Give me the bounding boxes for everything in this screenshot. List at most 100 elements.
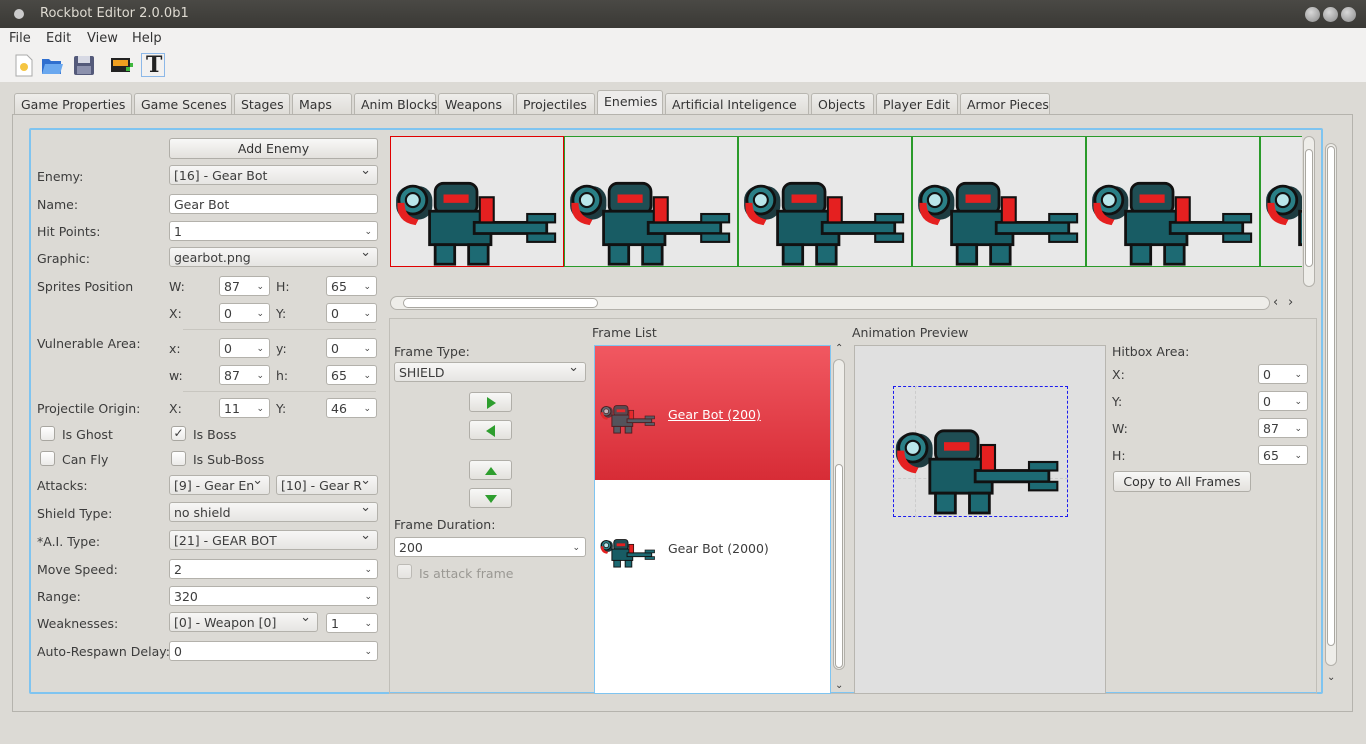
enemy-sprite	[568, 181, 731, 266]
scroll-up-icon[interactable]: ⌃	[835, 343, 843, 354]
tab-armor-pieces[interactable]: Armor Pieces	[960, 93, 1050, 115]
attack-2-select[interactable]: [10] - Gear R	[276, 475, 378, 495]
tab-enemies[interactable]: Enemies	[597, 90, 663, 116]
close-button[interactable]	[1341, 7, 1356, 22]
menu-file[interactable]: File	[9, 31, 31, 46]
sprite-strip-vscrollbar[interactable]	[1303, 136, 1315, 287]
range-spinbox[interactable]: 320	[169, 586, 378, 606]
main-scroll-down-icon[interactable]: ⌄	[1327, 672, 1335, 683]
move-speed-spinbox[interactable]: 2	[169, 559, 378, 579]
tab-game-properties[interactable]: Game Properties	[14, 93, 132, 115]
sprite-frame[interactable]	[390, 136, 564, 267]
menu-help[interactable]: Help	[132, 31, 162, 46]
hitbox-w-spinbox[interactable]: 87	[1258, 418, 1308, 438]
save-icon[interactable]	[72, 53, 96, 77]
tab-anim-blocks[interactable]: Anim Blocks	[354, 93, 437, 115]
weakness-amount-spinbox[interactable]: 1	[326, 613, 378, 633]
divider	[183, 391, 376, 392]
frame-type-select[interactable]: SHIELD	[394, 362, 586, 382]
proj-y-label: Y:	[276, 401, 287, 416]
sprite-h-spinbox[interactable]: 65	[326, 276, 377, 296]
tab-weapons[interactable]: Weapons	[438, 93, 514, 115]
sprite-strip-hscrollbar[interactable]	[390, 296, 1270, 310]
hit-points-spinbox[interactable]: 1	[169, 221, 378, 241]
tab-maps[interactable]: Maps	[292, 93, 352, 115]
sprite-frame[interactable]	[1086, 136, 1260, 267]
sprite-frame[interactable]	[738, 136, 912, 267]
sprite-y-spinbox[interactable]: 0	[326, 303, 377, 323]
menu-edit[interactable]: Edit	[46, 31, 71, 46]
vuln-x-spinbox[interactable]: 0	[219, 338, 270, 358]
move-up-button[interactable]	[469, 460, 512, 480]
frame-list-vscrollbar[interactable]	[833, 359, 845, 670]
arrow-left-icon	[486, 425, 495, 437]
open-folder-icon[interactable]	[40, 53, 64, 77]
is-boss-checkbox[interactable]: ✓	[171, 426, 186, 441]
respawn-delay-spinbox[interactable]: 0	[169, 641, 378, 661]
sprite-x-spinbox[interactable]: 0	[219, 303, 270, 323]
enemy-sprite	[1264, 181, 1302, 266]
frame-duration-spinbox[interactable]: 200	[394, 537, 586, 557]
new-file-icon[interactable]	[12, 53, 36, 77]
enemy-sprite-preview	[894, 429, 1059, 515]
tab-projectiles[interactable]: Projectiles	[516, 93, 595, 115]
proj-x-label: X:	[169, 401, 182, 416]
name-input[interactable]: Gear Bot	[169, 194, 378, 214]
add-enemy-button[interactable]: Add Enemy	[169, 138, 378, 159]
arrow-down-icon	[485, 495, 497, 503]
projectile-origin-label: Projectile Origin:	[37, 401, 141, 416]
title-bar: Rockbot Editor 2.0.0b1	[0, 0, 1366, 28]
tab-game-scenes[interactable]: Game Scenes	[134, 93, 232, 115]
ai-type-select[interactable]: [21] - GEAR BOT	[169, 530, 378, 550]
attack-1-select[interactable]: [9] - Gear En	[169, 475, 270, 495]
frame-list-item[interactable]: Gear Bot (2000)	[595, 480, 830, 614]
move-left-button[interactable]	[469, 420, 512, 440]
vuln-w-spinbox[interactable]: 87	[219, 365, 270, 385]
copy-to-all-frames-button[interactable]: Copy to All Frames	[1113, 471, 1251, 492]
main-vscrollbar[interactable]	[1325, 143, 1337, 666]
hitbox-x-spinbox[interactable]: 0	[1258, 364, 1308, 384]
frame-thumbnail	[600, 539, 655, 568]
frame-list[interactable]: Gear Bot (200) Gear Bot (2000)	[594, 345, 831, 694]
vuln-h-spinbox[interactable]: 65	[326, 365, 377, 385]
scroll-left-icon[interactable]: ‹	[1273, 295, 1278, 310]
attack-frame-label: Is attack frame	[419, 566, 514, 581]
menu-view[interactable]: View	[87, 31, 118, 46]
move-right-button[interactable]	[469, 392, 512, 412]
enemy-sprite	[742, 181, 905, 266]
attack-frame-checkbox[interactable]	[397, 564, 412, 579]
tab-objects[interactable]: Objects	[811, 93, 874, 115]
menu-bar: File Edit View Help	[0, 28, 1366, 50]
maximize-button[interactable]	[1323, 7, 1338, 22]
sprite-w-spinbox[interactable]: 87	[219, 276, 270, 296]
tab-player-edit[interactable]: Player Edit	[876, 93, 958, 115]
tab-artificial-inteligence[interactable]: Artificial Inteligence	[665, 93, 809, 115]
hitbox-h-spinbox[interactable]: 65	[1258, 445, 1308, 465]
tab-stages[interactable]: Stages	[234, 93, 290, 115]
proj-y-spinbox[interactable]: 46	[326, 398, 377, 418]
enemy-select[interactable]: [16] - Gear Bot	[169, 165, 378, 185]
add-image-icon[interactable]	[110, 53, 134, 77]
graphic-select[interactable]: gearbot.png	[169, 247, 378, 267]
is-sub-boss-checkbox[interactable]	[171, 451, 186, 466]
shield-type-select[interactable]: no shield	[169, 502, 378, 522]
text-icon[interactable]: T	[141, 52, 165, 78]
frame-list-item[interactable]: Gear Bot (200)	[595, 346, 830, 480]
scroll-down-icon[interactable]: ⌄	[835, 680, 843, 691]
sprite-strip[interactable]	[390, 136, 1302, 267]
proj-x-spinbox[interactable]: 11	[219, 398, 270, 418]
hitbox-area-label: Hitbox Area:	[1112, 344, 1190, 359]
minimize-button[interactable]	[1305, 7, 1320, 22]
can-fly-checkbox[interactable]	[40, 451, 55, 466]
weakness-select[interactable]: [0] - Weapon [0]	[169, 612, 318, 632]
move-speed-label: Move Speed:	[37, 562, 118, 577]
scroll-right-icon[interactable]: ›	[1288, 295, 1293, 310]
sprite-frame[interactable]	[1260, 136, 1302, 267]
sprite-frame[interactable]	[564, 136, 738, 267]
move-down-button[interactable]	[469, 488, 512, 508]
vuln-y-spinbox[interactable]: 0	[326, 338, 377, 358]
is-ghost-checkbox[interactable]	[40, 426, 55, 441]
hitbox-y-spinbox[interactable]: 0	[1258, 391, 1308, 411]
sprite-frame[interactable]	[912, 136, 1086, 267]
graphic-label: Graphic:	[37, 251, 90, 266]
